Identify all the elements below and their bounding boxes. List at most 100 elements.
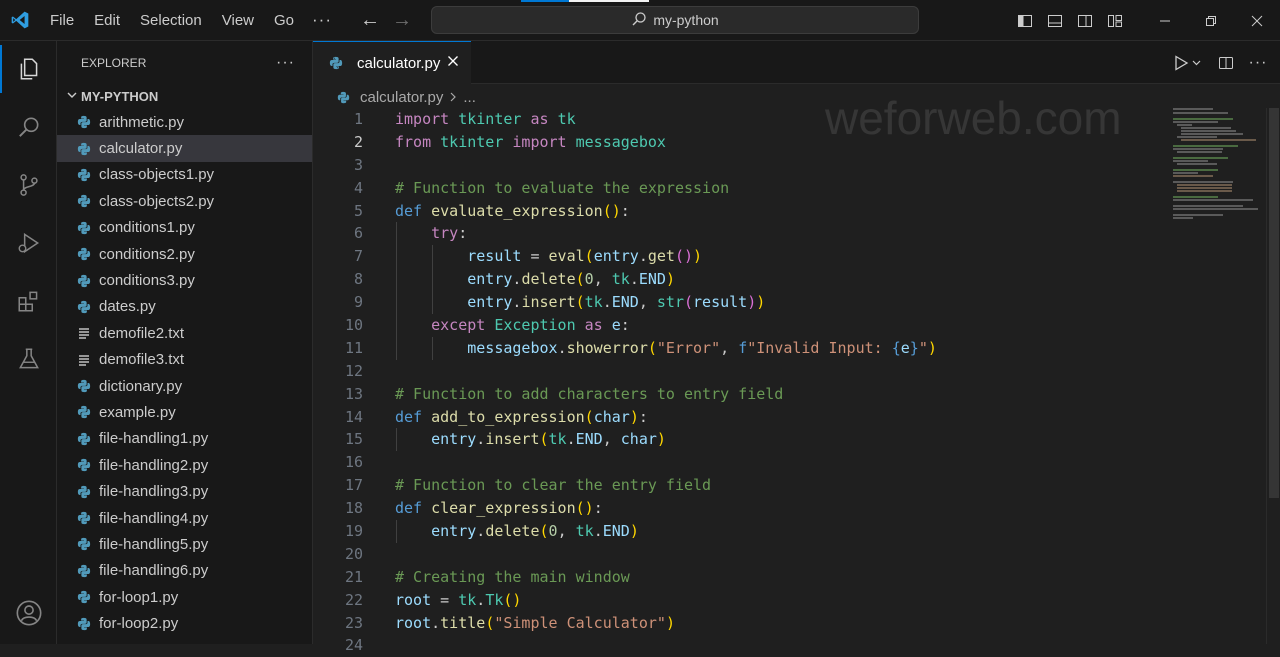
- tab-calculator-py[interactable]: calculator.py: [313, 41, 471, 84]
- file-label: file-handling6.py: [99, 562, 209, 580]
- code-editor[interactable]: 1 import tkinter as tk 2 from tkinter impor…: [313, 108, 1173, 657]
- code-line: 14 def add_to_expression(char):: [313, 406, 1173, 429]
- line-number: 22: [344, 590, 363, 609]
- file-item[interactable]: file-handling5.py: [57, 531, 312, 557]
- tab-label: calculator.py: [357, 54, 441, 72]
- file-item[interactable]: dates.py: [57, 294, 312, 320]
- code-line: 6 try:: [313, 222, 1173, 246]
- python-file-icon: [77, 300, 99, 314]
- minimize-icon[interactable]: [1142, 0, 1188, 41]
- code-text: entry.insert(tk.END, str(result)): [467, 293, 766, 312]
- more-actions-icon[interactable]: ···: [276, 54, 295, 72]
- code-line: 10 except Exception as e:: [313, 314, 1173, 337]
- file-item[interactable]: conditions3.py: [57, 267, 312, 293]
- breadcrumb-symbols[interactable]: ...: [463, 89, 476, 106]
- code-line: 18 def clear_expression():: [313, 497, 1173, 520]
- code-line: 8 entry.delete(0, tk.END): [313, 268, 1173, 292]
- file-item[interactable]: demofile2.txt: [57, 320, 312, 346]
- run-and-debug-icon[interactable]: [0, 219, 57, 267]
- file-item[interactable]: conditions2.py: [57, 241, 312, 267]
- close-window-icon[interactable]: [1234, 0, 1280, 41]
- file-item[interactable]: file-handling4.py: [57, 505, 312, 531]
- accounts-icon[interactable]: [0, 589, 57, 637]
- code-text: root.title("Simple Calculator"): [395, 613, 675, 632]
- testing-flask-icon[interactable]: [0, 335, 57, 383]
- code-line: 12: [313, 360, 1173, 383]
- forward-arrow-icon[interactable]: →: [386, 9, 418, 32]
- file-label: demofile3.txt: [99, 351, 185, 369]
- toggle-panel-icon[interactable]: [1040, 0, 1070, 41]
- code-line: 22 root = tk.Tk(): [313, 589, 1173, 612]
- accent-indicator: [521, 0, 569, 2]
- code-line: 5 def evaluate_expression():: [313, 200, 1173, 223]
- explorer-icon[interactable]: [0, 45, 57, 93]
- file-label: class-objects2.py: [99, 192, 215, 210]
- file-item[interactable]: class-objects1.py: [57, 162, 312, 188]
- file-label: dictionary.py: [99, 377, 183, 395]
- file-label: file-handling5.py: [99, 535, 209, 553]
- search-icon: [631, 11, 647, 30]
- menu-selection[interactable]: Selection: [130, 0, 212, 41]
- code-text: def add_to_expression(char):: [395, 407, 648, 426]
- folder-my-python[interactable]: MY-PYTHON: [57, 85, 312, 107]
- file-item[interactable]: file-handling3.py: [57, 478, 312, 504]
- python-file-icon: [77, 379, 99, 393]
- file-item[interactable]: for-loop1.py: [57, 584, 312, 610]
- toggle-primary-sidebar-icon[interactable]: [1010, 0, 1040, 41]
- folder-label: MY-PYTHON: [81, 88, 159, 104]
- line-number: 4: [353, 178, 363, 197]
- code-line: 1 import tkinter as tk: [313, 108, 1173, 131]
- extensions-icon[interactable]: [0, 277, 57, 325]
- line-number: 18: [344, 499, 363, 518]
- scrollbar-thumb[interactable]: [1269, 108, 1279, 498]
- search-view-icon[interactable]: [0, 103, 57, 151]
- menu-file[interactable]: File: [40, 0, 84, 41]
- file-label: calculator.py: [99, 140, 183, 158]
- file-item[interactable]: dictionary.py: [57, 373, 312, 399]
- file-item[interactable]: file-handling2.py: [57, 452, 312, 478]
- file-item[interactable]: calculator.py: [57, 135, 312, 162]
- file-item[interactable]: class-objects2.py: [57, 188, 312, 214]
- python-file-icon: [77, 221, 99, 235]
- restore-icon[interactable]: [1188, 0, 1234, 41]
- breadcrumb-file[interactable]: calculator.py: [360, 89, 443, 106]
- source-control-icon[interactable]: [0, 161, 57, 209]
- python-file-icon: [77, 168, 99, 182]
- code-line: 13 # Function to add characters to entry …: [313, 383, 1173, 406]
- file-item[interactable]: for-loop2.py: [57, 610, 312, 636]
- run-python-file-icon[interactable]: [1168, 49, 1208, 77]
- menu-view[interactable]: View: [212, 0, 264, 41]
- editor-more-actions-icon[interactable]: ···: [1244, 49, 1272, 77]
- line-number: 12: [344, 361, 363, 380]
- split-editor-icon[interactable]: [1212, 49, 1240, 77]
- code-text: # Function to evaluate the expression: [395, 178, 730, 197]
- file-item[interactable]: file-handling1.py: [57, 426, 312, 452]
- python-file-icon: [77, 405, 99, 419]
- command-center-search[interactable]: my-python: [431, 6, 919, 34]
- customize-layout-icon[interactable]: [1100, 0, 1130, 41]
- back-arrow-icon[interactable]: ←: [354, 9, 386, 32]
- line-number: 2: [353, 132, 363, 151]
- menu-edit[interactable]: Edit: [84, 0, 130, 41]
- file-item[interactable]: conditions1.py: [57, 215, 312, 241]
- activity-bar: [0, 41, 57, 644]
- menu-go[interactable]: Go: [264, 0, 304, 41]
- line-number: 13: [344, 384, 363, 403]
- file-item[interactable]: file-handling6.py: [57, 558, 312, 584]
- file-item[interactable]: example.py: [57, 399, 312, 425]
- code-line: 9 entry.insert(tk.END, str(result)): [313, 291, 1173, 315]
- toggle-secondary-sidebar-icon[interactable]: [1070, 0, 1100, 41]
- file-label: for-loop2.py: [99, 615, 179, 633]
- file-item[interactable]: arithmetic.py: [57, 109, 312, 135]
- code-text: # Function to add characters to entry fi…: [395, 384, 784, 403]
- file-label: file-handling4.py: [99, 509, 209, 527]
- vertical-scrollbar[interactable]: [1266, 108, 1280, 644]
- file-item[interactable]: demofile3.txt: [57, 347, 312, 373]
- accent-indicator-white: [569, 0, 649, 2]
- minimap[interactable]: [1173, 108, 1268, 228]
- file-label: file-handling3.py: [99, 483, 209, 501]
- python-file-icon: [77, 485, 99, 499]
- more-menu-icon[interactable]: ···: [304, 10, 344, 30]
- line-number: 9: [353, 293, 363, 312]
- close-tab-icon[interactable]: [447, 54, 459, 72]
